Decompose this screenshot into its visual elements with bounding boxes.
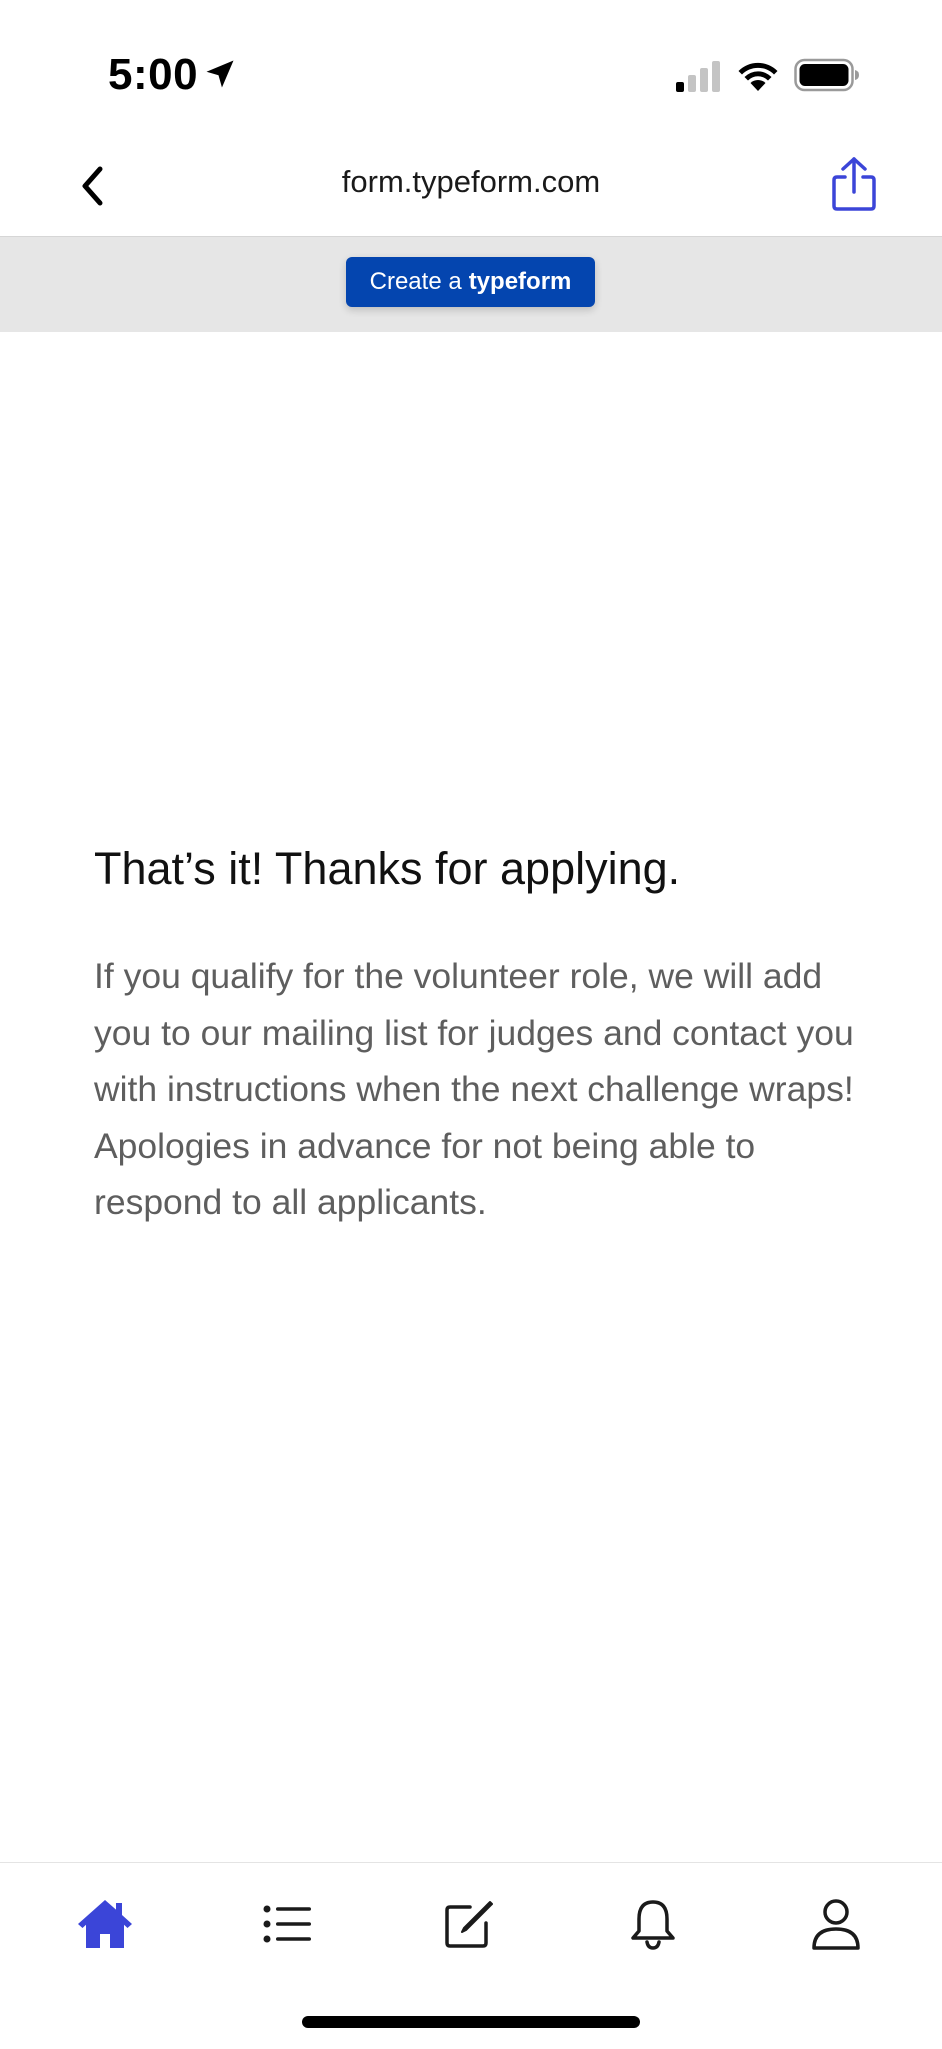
create-typeform-prefix: Create a bbox=[369, 268, 462, 295]
wifi-icon bbox=[738, 62, 778, 91]
profile-icon bbox=[812, 1899, 860, 1950]
typeform-brand: typeform bbox=[468, 268, 572, 295]
home-icon bbox=[78, 1900, 132, 1948]
share-button[interactable] bbox=[826, 152, 882, 216]
status-bar: 5:00 bbox=[0, 0, 942, 140]
compose-icon bbox=[445, 1901, 493, 1948]
list-icon bbox=[263, 1905, 311, 1943]
battery-icon bbox=[794, 58, 859, 92]
typeform-banner: Create a typeform bbox=[0, 237, 942, 332]
share-icon bbox=[832, 157, 876, 211]
home-indicator[interactable] bbox=[302, 2016, 640, 2028]
location-arrow-icon bbox=[206, 60, 234, 88]
tab-profile[interactable] bbox=[801, 1889, 871, 1959]
tab-notifications[interactable] bbox=[618, 1889, 688, 1959]
url-text[interactable]: form.typeform.com bbox=[0, 164, 942, 200]
tab-home[interactable] bbox=[70, 1889, 140, 1959]
create-typeform-button[interactable]: Create a typeform bbox=[346, 257, 595, 307]
status-time: 5:00 bbox=[108, 50, 199, 99]
tab-list[interactable] bbox=[253, 1889, 323, 1959]
tab-compose[interactable] bbox=[434, 1889, 504, 1959]
browser-header: form.typeform.com bbox=[0, 140, 942, 237]
thanks-message: If you qualify for the volunteer role, w… bbox=[94, 956, 854, 1222]
bell-icon bbox=[631, 1900, 675, 1950]
cellular-signal-icon bbox=[676, 61, 720, 92]
thanks-heading: That’s it! Thanks for applying. bbox=[94, 843, 681, 894]
main-content: That’s it! Thanks for applying. If you q… bbox=[0, 332, 942, 1862]
